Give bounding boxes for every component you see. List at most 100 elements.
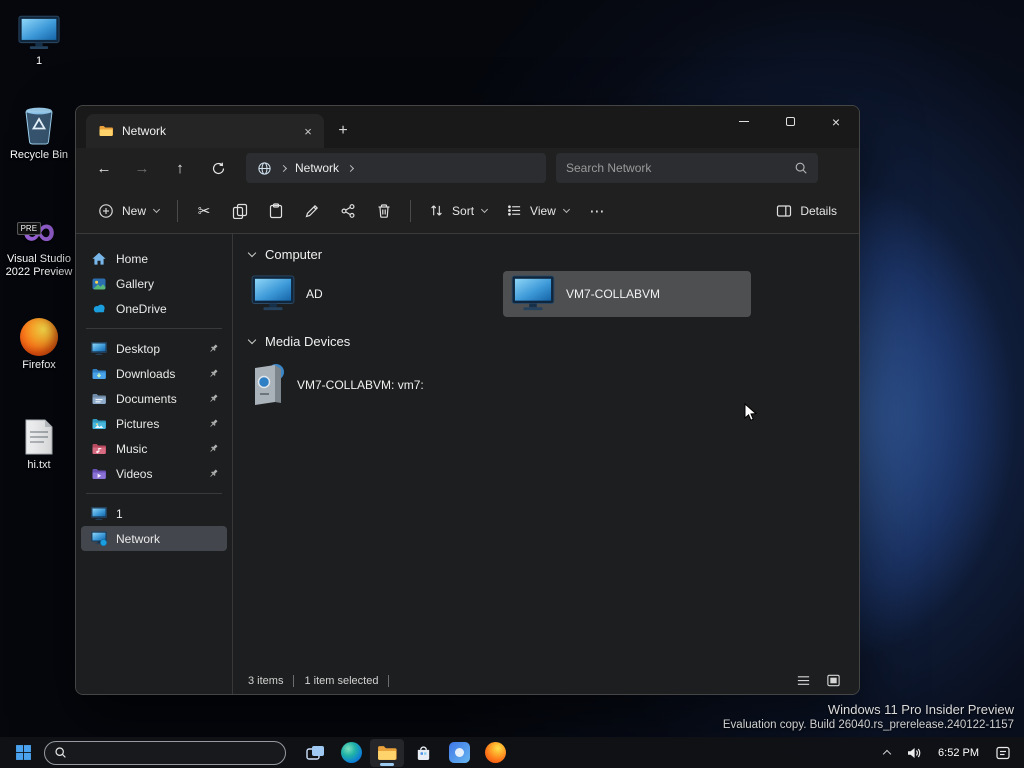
desktop-folder-icon bbox=[91, 341, 107, 356]
windows-logo-icon bbox=[15, 745, 31, 760]
chevron-down-icon bbox=[480, 205, 489, 213]
close-button[interactable]: × bbox=[813, 106, 859, 137]
minimize-button[interactable] bbox=[721, 106, 767, 137]
refresh-button[interactable] bbox=[200, 152, 236, 184]
search-input[interactable] bbox=[566, 161, 786, 175]
rename-button[interactable] bbox=[294, 195, 330, 227]
monitor-icon bbox=[18, 10, 60, 52]
minimize-icon bbox=[739, 121, 749, 122]
tab-close-button[interactable]: × bbox=[298, 121, 318, 141]
monitor-icon bbox=[91, 506, 107, 521]
folder-icon bbox=[98, 123, 114, 139]
new-tab-button[interactable]: + bbox=[328, 117, 358, 145]
volume-button[interactable] bbox=[899, 740, 929, 766]
microsoft-store-button[interactable] bbox=[406, 739, 440, 767]
firefox-button[interactable] bbox=[478, 739, 512, 767]
tab-network[interactable]: Network × bbox=[86, 114, 324, 148]
sidebar-item-home[interactable]: Home bbox=[81, 246, 227, 271]
network-icon bbox=[91, 531, 107, 546]
start-button[interactable] bbox=[6, 739, 40, 767]
address-bar[interactable]: Network bbox=[246, 153, 546, 183]
navigation-pane: Home Gallery OneDrive Desktop Downloads … bbox=[76, 234, 233, 694]
view-button[interactable]: View bbox=[497, 195, 579, 227]
back-button[interactable]: ← bbox=[86, 152, 122, 184]
network-globe-icon bbox=[257, 161, 272, 176]
edge-browser-button[interactable] bbox=[334, 739, 368, 767]
hidden-icons-button[interactable] bbox=[877, 740, 897, 766]
store-icon bbox=[417, 746, 429, 760]
computer-item-vm7-collabvm[interactable]: VM7-COLLABVM bbox=[503, 271, 751, 317]
details-pane-icon bbox=[777, 204, 792, 217]
status-bar: 3 items 1 item selected bbox=[233, 667, 859, 694]
running-indicator bbox=[380, 763, 394, 766]
share-button[interactable] bbox=[330, 195, 366, 227]
file-explorer-icon bbox=[378, 745, 397, 760]
search-box[interactable] bbox=[556, 153, 818, 183]
forward-button[interactable]: → bbox=[124, 152, 160, 184]
sidebar-item-network[interactable]: Network bbox=[81, 526, 227, 551]
desktop-icon-firefox[interactable]: Firefox bbox=[2, 314, 76, 372]
taskbar-app-button[interactable] bbox=[442, 739, 476, 767]
desktop-icon-recycle-bin[interactable]: Recycle Bin bbox=[2, 104, 76, 162]
sidebar-item-music[interactable]: Music bbox=[81, 436, 227, 461]
sort-icon bbox=[431, 205, 442, 216]
copy-button[interactable] bbox=[222, 195, 258, 227]
sidebar-item-videos[interactable]: Videos bbox=[81, 461, 227, 486]
watermark-line-1: Windows 11 Pro Insider Preview bbox=[827, 702, 1014, 717]
up-button[interactable]: ↑ bbox=[162, 152, 198, 184]
toolbar-divider bbox=[177, 199, 179, 222]
notification-center-button[interactable] bbox=[988, 740, 1018, 766]
group-header-computer[interactable]: Computer bbox=[233, 234, 859, 269]
command-bar: New ✂ Sort View ⋯ Details bbox=[76, 188, 859, 234]
sidebar-item-pictures[interactable]: Pictures bbox=[81, 411, 227, 436]
large-icons-view-toggle[interactable] bbox=[822, 671, 844, 691]
sidebar-item-this-pc[interactable]: 1 bbox=[81, 501, 227, 526]
details-view-toggle[interactable] bbox=[792, 671, 814, 691]
new-button[interactable]: New bbox=[88, 195, 169, 227]
task-view-icon bbox=[306, 745, 324, 760]
breadcrumb-network[interactable]: Network bbox=[295, 161, 339, 175]
sidebar-item-downloads[interactable]: Downloads bbox=[81, 361, 227, 386]
paste-button[interactable] bbox=[258, 195, 294, 227]
desktop-icon-hi-txt[interactable]: hi.txt bbox=[2, 414, 76, 472]
computer-item-ad[interactable]: AD bbox=[243, 271, 491, 317]
music-folder-icon bbox=[91, 441, 107, 457]
desktop-icon-visual-studio[interactable]: ∞ PRE Visual Studio 2022 Preview bbox=[2, 207, 76, 279]
sidebar-item-desktop[interactable]: Desktop bbox=[81, 336, 227, 361]
breadcrumb-chevron-icon bbox=[279, 164, 288, 172]
pin-icon bbox=[208, 443, 219, 454]
group-header-media-devices[interactable]: Media Devices bbox=[233, 321, 859, 356]
sidebar-separator bbox=[86, 493, 222, 494]
sidebar-item-onedrive[interactable]: OneDrive bbox=[81, 296, 227, 321]
window-controls: × bbox=[721, 106, 859, 137]
cut-button[interactable]: ✂ bbox=[186, 195, 222, 227]
delete-button[interactable] bbox=[366, 195, 402, 227]
status-divider bbox=[388, 674, 390, 687]
pictures-folder-icon bbox=[91, 416, 107, 432]
more-options-button[interactable]: ⋯ bbox=[579, 195, 615, 227]
desktop-icon-label: Recycle Bin bbox=[9, 149, 69, 161]
media-device-item-vm7[interactable]: VM7-COLLABVM: vm7: bbox=[243, 356, 498, 414]
taskbar-apps bbox=[298, 738, 512, 767]
sort-button[interactable]: Sort bbox=[419, 195, 497, 227]
file-explorer-button[interactable] bbox=[370, 738, 404, 767]
taskbar-search[interactable] bbox=[44, 740, 286, 765]
ellipsis-icon: ⋯ bbox=[589, 202, 605, 220]
breadcrumb-chevron-icon bbox=[346, 164, 355, 172]
file-list-area: Computer AD VM7-COLLABVM Media Devices V… bbox=[233, 234, 859, 694]
watermark-line-2: Evaluation copy. Build 26040.rs_prerelea… bbox=[722, 719, 1014, 731]
firefox-icon bbox=[20, 314, 58, 356]
status-divider bbox=[293, 674, 295, 687]
item-label: VM7-COLLABVM bbox=[566, 287, 661, 301]
view-toggles bbox=[792, 671, 844, 691]
sidebar-item-gallery[interactable]: Gallery bbox=[81, 271, 227, 296]
toolbar-divider bbox=[410, 199, 412, 222]
taskbar-clock[interactable]: 6:52 PM bbox=[931, 740, 986, 766]
computer-items-row: AD VM7-COLLABVM bbox=[233, 269, 859, 321]
new-plus-icon bbox=[98, 203, 114, 219]
details-pane-button[interactable]: Details bbox=[766, 195, 847, 227]
sidebar-item-documents[interactable]: Documents bbox=[81, 386, 227, 411]
maximize-button[interactable] bbox=[767, 106, 813, 137]
desktop-icon-vm-1[interactable]: 1 bbox=[2, 10, 76, 68]
task-view-button[interactable] bbox=[298, 739, 332, 767]
